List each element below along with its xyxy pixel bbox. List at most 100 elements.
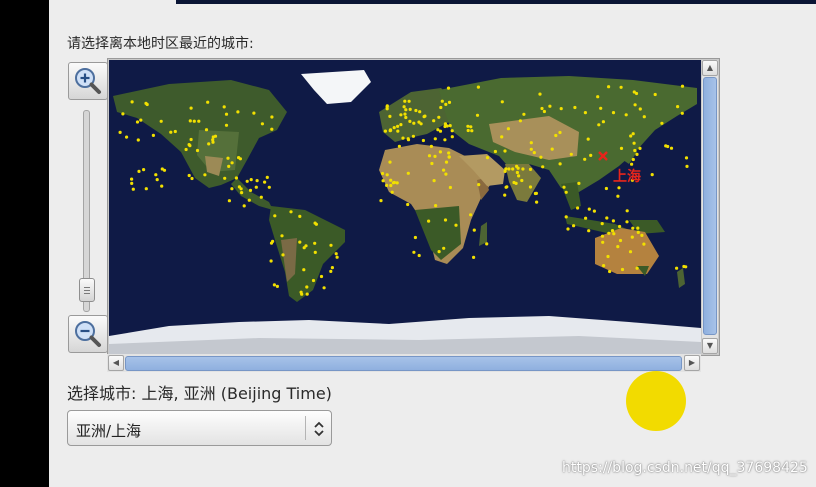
city-dot[interactable] [311, 278, 316, 283]
city-dot[interactable] [169, 130, 173, 134]
city-dot[interactable] [227, 164, 231, 168]
city-dot[interactable] [388, 128, 393, 132]
city-dot[interactable] [444, 102, 448, 106]
city-dot[interactable] [506, 127, 510, 131]
city-dot[interactable] [440, 99, 444, 103]
city-dot[interactable] [160, 167, 164, 171]
scroll-right-button[interactable]: ▶ [684, 355, 700, 371]
city-dot[interactable] [305, 285, 309, 289]
city-dot[interactable] [298, 214, 302, 218]
city-dot[interactable] [450, 129, 454, 133]
city-dot[interactable] [442, 168, 446, 172]
city-dot[interactable] [139, 118, 143, 122]
city-dot[interactable] [616, 194, 620, 198]
city-dot[interactable] [485, 242, 489, 246]
city-dot[interactable] [411, 134, 415, 138]
city-dot[interactable] [448, 124, 452, 128]
city-dot[interactable] [503, 193, 507, 197]
city-dot[interactable] [270, 127, 274, 131]
city-dot[interactable] [447, 155, 451, 159]
city-dot[interactable] [631, 157, 635, 162]
city-dot[interactable] [427, 219, 431, 223]
city-dot[interactable] [247, 198, 251, 202]
city-dot[interactable] [443, 138, 447, 142]
city-dot[interactable] [160, 184, 164, 188]
city-dot[interactable] [213, 134, 218, 138]
city-dot[interactable] [263, 180, 267, 184]
city-dot[interactable] [280, 234, 284, 238]
city-dot[interactable] [399, 113, 403, 117]
city-dot[interactable] [388, 114, 392, 118]
scroll-up-button[interactable]: ▲ [702, 60, 718, 76]
city-dot[interactable] [429, 144, 433, 148]
city-dot[interactable] [522, 112, 526, 116]
city-dot[interactable] [466, 128, 470, 133]
city-dot[interactable] [130, 100, 134, 104]
city-dot[interactable] [605, 216, 609, 220]
city-dot[interactable] [438, 129, 443, 133]
city-dot[interactable] [564, 190, 568, 194]
city-dot[interactable] [417, 120, 421, 124]
city-dot[interactable] [190, 176, 194, 181]
city-dot[interactable] [223, 176, 227, 180]
city-dot[interactable] [616, 245, 620, 249]
city-dot[interactable] [389, 178, 393, 182]
city-dot[interactable] [130, 177, 134, 181]
city-dot[interactable] [617, 186, 621, 190]
city-dot[interactable] [313, 241, 317, 245]
city-dot[interactable] [404, 115, 408, 120]
city-dot[interactable] [535, 200, 539, 204]
city-dot[interactable] [188, 119, 192, 123]
city-dot[interactable] [601, 120, 605, 124]
city-dot[interactable] [650, 173, 654, 177]
city-dot[interactable] [203, 173, 207, 177]
city-dot[interactable] [532, 151, 536, 155]
city-dot[interactable] [619, 85, 623, 89]
city-dot[interactable] [620, 267, 625, 272]
city-dot[interactable] [298, 240, 302, 244]
city-dot[interactable] [684, 156, 689, 160]
city-dot[interactable] [586, 137, 590, 141]
city-dot[interactable] [550, 147, 554, 151]
city-dot[interactable] [601, 240, 605, 244]
city-dot[interactable] [260, 122, 264, 126]
city-dot[interactable] [388, 160, 392, 164]
city-dot[interactable] [300, 292, 304, 296]
city-dot[interactable] [466, 124, 470, 128]
city-dot[interactable] [576, 206, 580, 210]
city-dot[interactable] [521, 167, 525, 171]
city-dot[interactable] [289, 210, 293, 214]
city-dot[interactable] [334, 252, 338, 256]
city-dot[interactable] [195, 148, 200, 153]
city-dot[interactable] [417, 253, 421, 258]
city-dot[interactable] [572, 224, 576, 228]
city-dot[interactable] [437, 250, 441, 254]
city-dot[interactable] [529, 147, 533, 151]
city-dot[interactable] [587, 229, 591, 233]
city-dot[interactable] [504, 167, 508, 171]
city-dot[interactable] [597, 123, 601, 127]
world-map[interactable]: 上海 [109, 60, 701, 354]
city-dot[interactable] [144, 101, 148, 105]
city-dot[interactable] [504, 185, 508, 189]
city-dot[interactable] [432, 179, 436, 183]
city-dot[interactable] [638, 146, 642, 150]
city-dot[interactable] [628, 250, 633, 254]
city-dot[interactable] [329, 269, 333, 273]
city-dot[interactable] [401, 136, 405, 140]
city-dot[interactable] [548, 104, 552, 108]
city-dot[interactable] [224, 123, 229, 127]
city-dot[interactable] [629, 134, 633, 138]
city-dot[interactable] [442, 246, 446, 250]
city-dot[interactable] [541, 165, 545, 169]
city-dot[interactable] [515, 170, 519, 175]
city-dot[interactable] [472, 255, 476, 259]
city-dot[interactable] [685, 164, 689, 168]
city-dot[interactable] [248, 188, 253, 192]
scroll-left-button[interactable]: ◀ [108, 355, 124, 371]
city-dot[interactable] [529, 141, 533, 145]
city-dot[interactable] [602, 264, 606, 268]
city-dot[interactable] [254, 185, 258, 189]
city-dot[interactable] [632, 141, 636, 145]
city-dot[interactable] [125, 135, 129, 139]
